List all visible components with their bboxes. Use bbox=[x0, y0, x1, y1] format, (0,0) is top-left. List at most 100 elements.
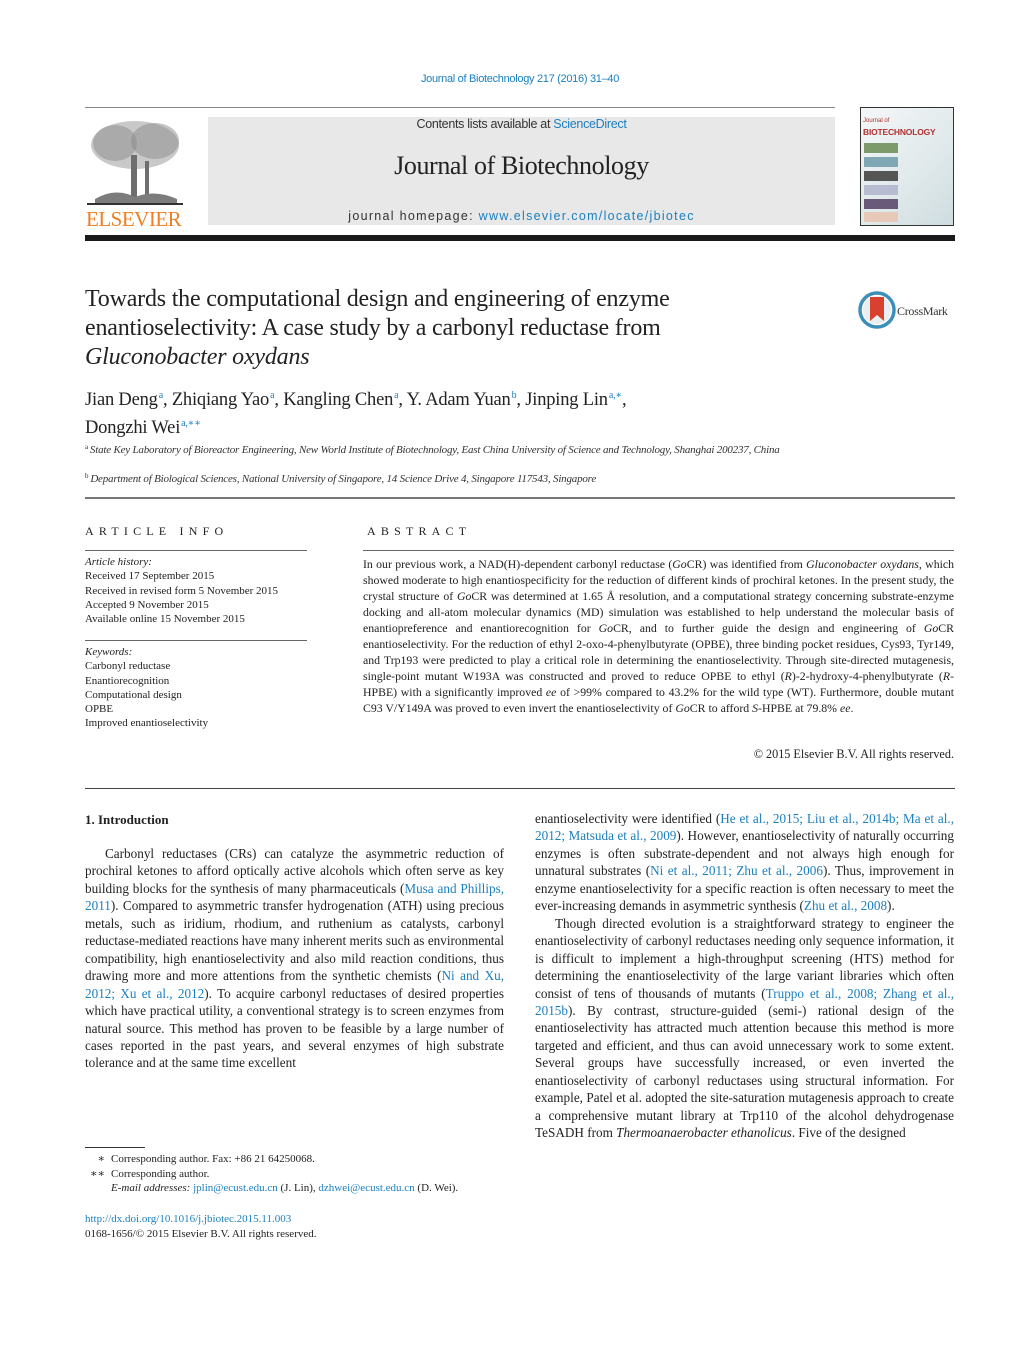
abstract-text: In our previous work, a NAD(H)-dependent… bbox=[363, 556, 954, 716]
body-text: ). By contrast, structure-guided (semi-)… bbox=[535, 1002, 954, 1141]
author-name: Dongzhi Wei bbox=[85, 418, 181, 438]
body-column-right: enantioselectivity were identified (He e… bbox=[535, 810, 954, 1142]
affiliation-text: State Key Laboratory of Bioreactor Engin… bbox=[89, 444, 780, 456]
footnote-text: Corresponding author. Fax: +86 21 642500… bbox=[111, 1153, 315, 1165]
footnotes: ∗ Corresponding author. Fax: +86 21 6425… bbox=[85, 1152, 515, 1196]
italic-text: Go bbox=[923, 621, 939, 635]
abstract-run: . bbox=[850, 701, 854, 715]
italic-text: Go bbox=[456, 589, 472, 603]
footnote-emails: E-mail addresses: jplin@ecust.edu.cn (J.… bbox=[85, 1181, 515, 1196]
author-affiliation-link[interactable]: a,∗ bbox=[609, 390, 622, 401]
abstract-run: CR, and to further guide the design and … bbox=[613, 621, 924, 635]
abstract-run: )-2-hydroxy-4-phenylbutyrate ( bbox=[791, 669, 943, 683]
header-rule bbox=[85, 107, 835, 108]
italic-text: R bbox=[784, 669, 792, 683]
email-link-wei[interactable]: dzhwei@ecust.edu.cn bbox=[318, 1182, 414, 1194]
header-thick-rule bbox=[85, 235, 955, 241]
abstract-run: In our previous work, a NAD(H)-dependent… bbox=[363, 557, 673, 571]
email-owner: (D. Wei). bbox=[414, 1182, 459, 1194]
title-line: enantioselectivity: A case study by a ca… bbox=[85, 315, 661, 341]
elsevier-wordmark: ELSEVIER bbox=[86, 207, 182, 231]
abstract-copyright: © 2015 Elsevier B.V. All rights reserved… bbox=[753, 747, 954, 761]
citation-link[interactable]: Ni et al., 2011; Zhu et al., 2006 bbox=[650, 863, 823, 878]
italic-text: Go bbox=[598, 621, 614, 635]
cover-line1: Journal of bbox=[863, 118, 890, 124]
cover-image-strip bbox=[864, 157, 898, 167]
cover-image-strip bbox=[864, 185, 898, 195]
affiliation-mark: b bbox=[85, 472, 89, 480]
body-paragraph: enantioselectivity were identified (He e… bbox=[535, 810, 954, 915]
keywords-label: Keywords: bbox=[85, 646, 133, 658]
article-info-heading: ARTICLE INFO bbox=[85, 524, 229, 538]
affiliation-mark: a bbox=[85, 443, 88, 451]
article-info-rule bbox=[85, 550, 307, 551]
history-item: Received in revised form 5 November 2015 bbox=[85, 584, 279, 597]
italic-text: ee bbox=[839, 701, 851, 715]
email-link-lin[interactable]: jplin@ecust.edu.cn bbox=[193, 1182, 278, 1194]
section-heading-introduction: 1. Introduction bbox=[85, 812, 169, 827]
footnote-spacer bbox=[85, 1181, 111, 1196]
journal-homepage-link[interactable]: www.elsevier.com/locate/jbiotec bbox=[479, 209, 695, 223]
author-name: Kangling Chen bbox=[283, 390, 394, 410]
crossmark-icon[interactable] bbox=[858, 291, 896, 329]
section-rule bbox=[85, 497, 955, 499]
author-name: Jinping Lin bbox=[525, 390, 608, 410]
homepage-prefix: journal homepage: bbox=[348, 209, 479, 223]
footnote-rule bbox=[85, 1147, 145, 1148]
author-name: Jian Deng bbox=[85, 390, 158, 410]
footnote-mark: ∗ bbox=[97, 1153, 105, 1165]
title-line: Gluconobacter oxydans bbox=[85, 344, 310, 370]
keyword-item: Computational design bbox=[85, 688, 182, 701]
crossmark-label[interactable]: CrossMark bbox=[897, 304, 948, 319]
journal-homepage-line: journal homepage: www.elsevier.com/locat… bbox=[208, 209, 835, 223]
keywords: Keywords: Carbonyl reductase Enantioreco… bbox=[85, 645, 315, 731]
doi-block: http://dx.doi.org/10.1016/j.jbiotec.2015… bbox=[85, 1212, 317, 1241]
footnote-text: Corresponding author. bbox=[111, 1167, 210, 1180]
footnote: ∗ Corresponding author. Fax: +86 21 6425… bbox=[85, 1152, 515, 1167]
body-text: . Five of the designed bbox=[791, 1125, 906, 1141]
affiliation-a: a State Key Laboratory of Bioreactor Engi… bbox=[85, 440, 845, 457]
author-affiliation-link[interactable]: a bbox=[270, 390, 274, 401]
footnote: ∗∗ Corresponding author. bbox=[85, 1167, 515, 1182]
author-affiliation-link[interactable]: a bbox=[159, 390, 163, 401]
article-history: Article history: Received 17 September 2… bbox=[85, 555, 315, 626]
author-affiliation-link[interactable]: a,∗∗ bbox=[181, 418, 201, 429]
italic-text: Go bbox=[675, 701, 690, 715]
body-text: ). bbox=[887, 898, 895, 914]
affiliation-b: b Department of Biological Sciences, Nati… bbox=[85, 469, 845, 486]
cover-image-strip bbox=[864, 199, 898, 209]
keyword-item: Improved enantioselectivity bbox=[85, 717, 209, 730]
citation-link[interactable]: Zhu et al., 2008 bbox=[804, 898, 887, 913]
email-owner: (J. Lin), bbox=[277, 1182, 319, 1194]
abstract-heading: ABSTRACT bbox=[367, 524, 472, 538]
author-affiliation-link[interactable]: a bbox=[394, 390, 398, 401]
author-affiliation-link[interactable]: b bbox=[512, 390, 517, 401]
history-item: Available online 15 November 2015 bbox=[85, 613, 245, 626]
italic-text: Go bbox=[672, 557, 687, 571]
cover-image-strip bbox=[864, 143, 898, 153]
title-line: Towards the computational design and eng… bbox=[85, 286, 670, 312]
journal-cover-thumbnail[interactable]: Journal of BIOTECHNOLOGY bbox=[860, 107, 954, 226]
front-matter-rule bbox=[85, 788, 955, 789]
abstract-run: CR to afford bbox=[689, 701, 753, 715]
keyword-item: Enantiorecognition bbox=[85, 674, 170, 687]
journal-citation-link[interactable]: Journal of Biotechnology 217 (2016) 31–4… bbox=[0, 73, 1020, 85]
abstract-run: CR) was identified from bbox=[686, 557, 807, 571]
body-column-left: Carbonyl reductases (CRs) can catalyze t… bbox=[85, 845, 504, 1072]
author-list: Jian Denga, Zhiqiang Yaoa, Kangling Chen… bbox=[85, 390, 627, 438]
author-name: Y. Adam Yuan bbox=[406, 390, 511, 410]
history-item: Received 17 September 2015 bbox=[85, 570, 215, 583]
body-paragraph: Carbonyl reductases (CRs) can catalyze t… bbox=[85, 845, 504, 1072]
abstract-run: -HPBE at 79.8% bbox=[758, 701, 840, 715]
doi-link[interactable]: http://dx.doi.org/10.1016/j.jbiotec.2015… bbox=[85, 1213, 291, 1225]
keyword-item: Carbonyl reductase bbox=[85, 660, 171, 673]
contents-available-line: Contents lists available at ScienceDirec… bbox=[208, 117, 835, 131]
email-label: E-mail addresses: bbox=[111, 1182, 194, 1194]
footnote-mark: ∗∗ bbox=[90, 1167, 105, 1180]
italic-text: Thermoanaerobacter ethanolicus bbox=[616, 1125, 792, 1141]
sciencedirect-link[interactable]: ScienceDirect bbox=[553, 117, 627, 131]
issn-copyright: 0168-1656/© 2015 Elsevier B.V. All right… bbox=[85, 1227, 317, 1240]
history-item: Accepted 9 November 2015 bbox=[85, 598, 209, 611]
abstract-rule bbox=[363, 550, 954, 551]
body-text: enantioselectivity were identified ( bbox=[535, 811, 721, 826]
